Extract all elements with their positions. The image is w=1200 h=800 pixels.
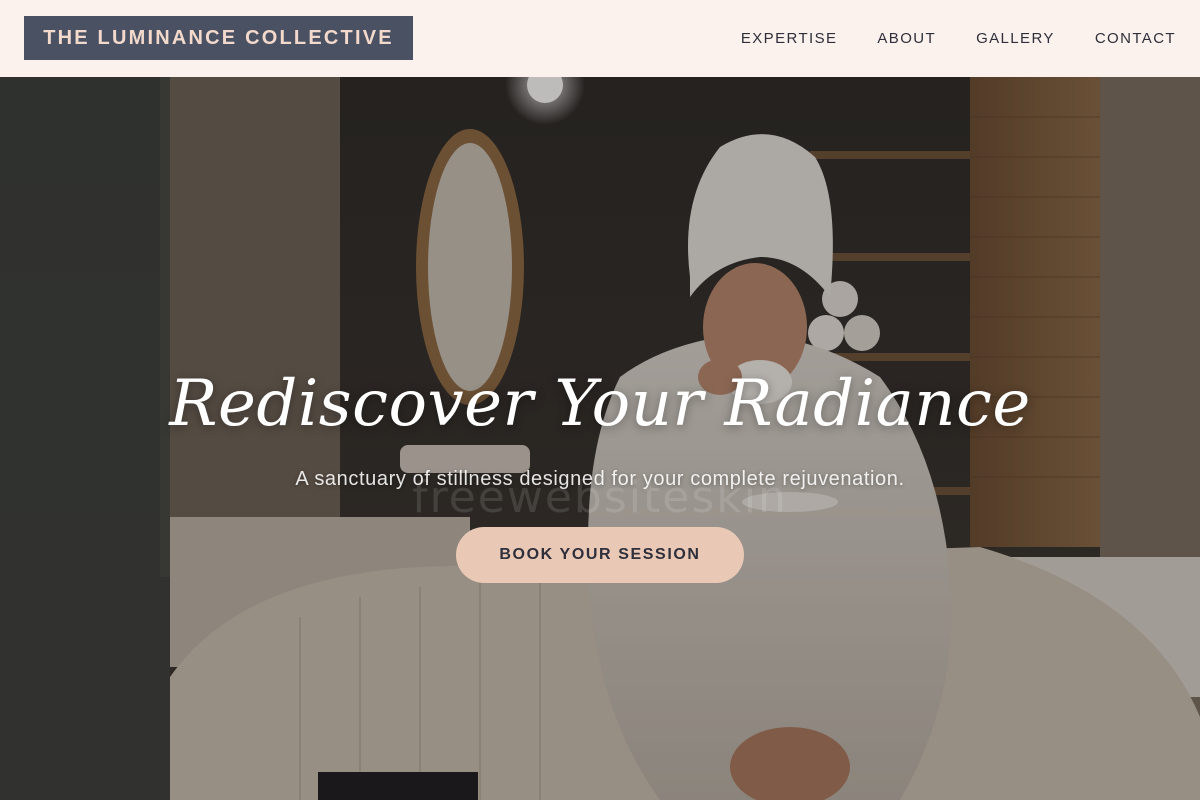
nav-link-expertise[interactable]: EXPERTISE xyxy=(741,30,838,47)
book-session-button[interactable]: BOOK YOUR SESSION xyxy=(456,527,744,583)
hero-subheadline: A sanctuary of stillness designed for yo… xyxy=(295,468,905,490)
main-nav: EXPERTISE ABOUT GALLERY CONTACT xyxy=(741,0,1176,77)
nav-link-gallery[interactable]: GALLERY xyxy=(976,30,1055,47)
hero-headline: Rediscover Your Radiance xyxy=(169,367,1031,441)
logo[interactable]: THE LUMINANCE COLLECTIVE xyxy=(24,16,413,60)
site-header: THE LUMINANCE COLLECTIVE EXPERTISE ABOUT… xyxy=(0,0,1200,77)
nav-link-about[interactable]: ABOUT xyxy=(877,30,936,47)
hero-section: freewebsiteskin Rediscover Your Radiance… xyxy=(0,77,1200,800)
logo-text: THE LUMINANCE COLLECTIVE xyxy=(43,26,394,49)
nav-link-contact[interactable]: CONTACT xyxy=(1095,30,1176,47)
